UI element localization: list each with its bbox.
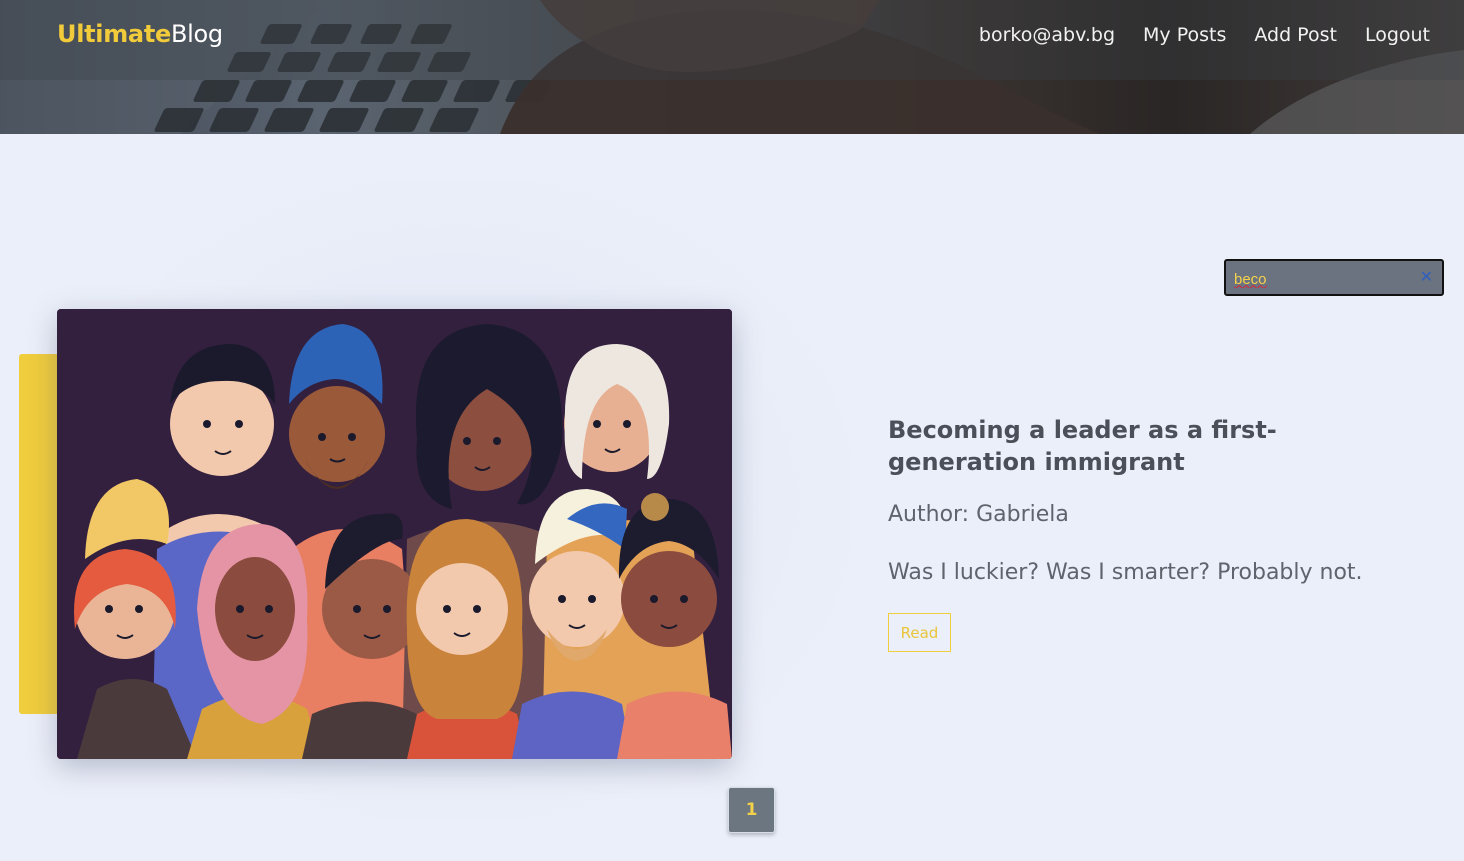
nav-add-post[interactable]: Add Post bbox=[1254, 24, 1337, 46]
brand-logo-part2: Blog bbox=[170, 20, 223, 48]
read-button[interactable]: Read bbox=[888, 613, 951, 652]
card-accent-bar bbox=[19, 354, 59, 714]
brand-logo-part1: Ultimate bbox=[57, 20, 171, 48]
header-banner: UltimateBlog borko@abv.bg My Posts Add P… bbox=[0, 0, 1464, 134]
post-image bbox=[57, 309, 732, 759]
brand-logo[interactable]: UltimateBlog bbox=[57, 20, 223, 48]
nav-menu: borko@abv.bg My Posts Add Post Logout bbox=[979, 24, 1430, 46]
post-title[interactable]: Becoming a leader as a first-generation … bbox=[888, 414, 1408, 478]
nav-logout[interactable]: Logout bbox=[1365, 24, 1430, 46]
nav-user-email[interactable]: borko@abv.bg bbox=[979, 24, 1115, 46]
diverse-people-illustration bbox=[57, 309, 732, 759]
nav-my-posts[interactable]: My Posts bbox=[1143, 24, 1226, 46]
search-box: ✕ bbox=[1224, 259, 1444, 296]
post-author: Author: Gabriela bbox=[888, 502, 1069, 527]
search-input[interactable] bbox=[1232, 267, 1416, 291]
post-excerpt: Was I luckier? Was I smarter? Probably n… bbox=[888, 560, 1363, 585]
close-icon[interactable]: ✕ bbox=[1420, 267, 1433, 286]
pagination-page-button[interactable]: 1 bbox=[728, 787, 775, 833]
